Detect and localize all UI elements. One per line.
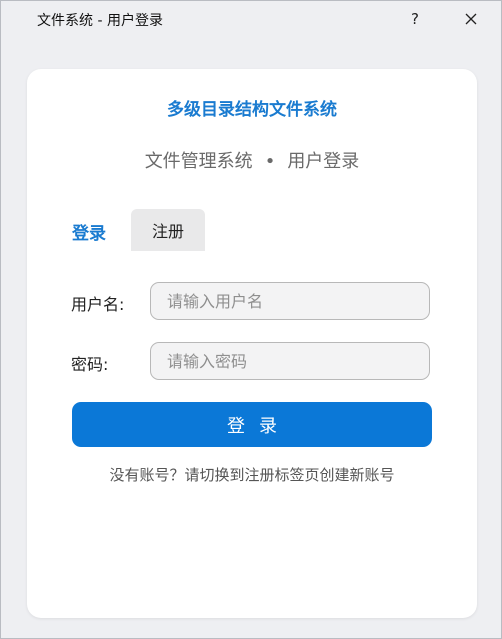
subtitle-system: 文件管理系统 (144, 151, 253, 172)
app-title: 多级目录结构文件系统 (167, 100, 337, 120)
title-bar[interactable]: 文件系统 - 用户登录 ? (1, 1, 501, 37)
login-card: 多级目录结构文件系统 文件管理系统 • 用户登录 登录 注册 用户名: 密码: 登录… (27, 69, 477, 618)
tab-login[interactable]: 登录 (59, 209, 119, 253)
help-button[interactable]: ? (401, 5, 429, 33)
login-button[interactable]: 登录 (72, 402, 432, 447)
username-label: 用户名: (71, 295, 125, 314)
window-title: 文件系统 - 用户登录 (37, 13, 163, 29)
login-window: 文件系统 - 用户登录 ? 多级目录结构文件系统 文件管理系统 • 用户登录 登录 … (0, 0, 502, 639)
subtitle-separator: • (264, 151, 276, 172)
subtitle: 文件管理系统 • 用户登录 (27, 147, 477, 173)
tab-register[interactable]: 注册 (131, 209, 205, 251)
password-input[interactable] (150, 342, 430, 380)
username-input[interactable] (150, 282, 430, 320)
close-button[interactable] (457, 5, 485, 33)
register-hint: 没有账号？请切换到注册标签页创建新账号 (109, 466, 395, 484)
password-label: 密码: (71, 355, 109, 374)
close-icon (465, 13, 477, 25)
subtitle-login: 用户登录 (287, 151, 360, 172)
